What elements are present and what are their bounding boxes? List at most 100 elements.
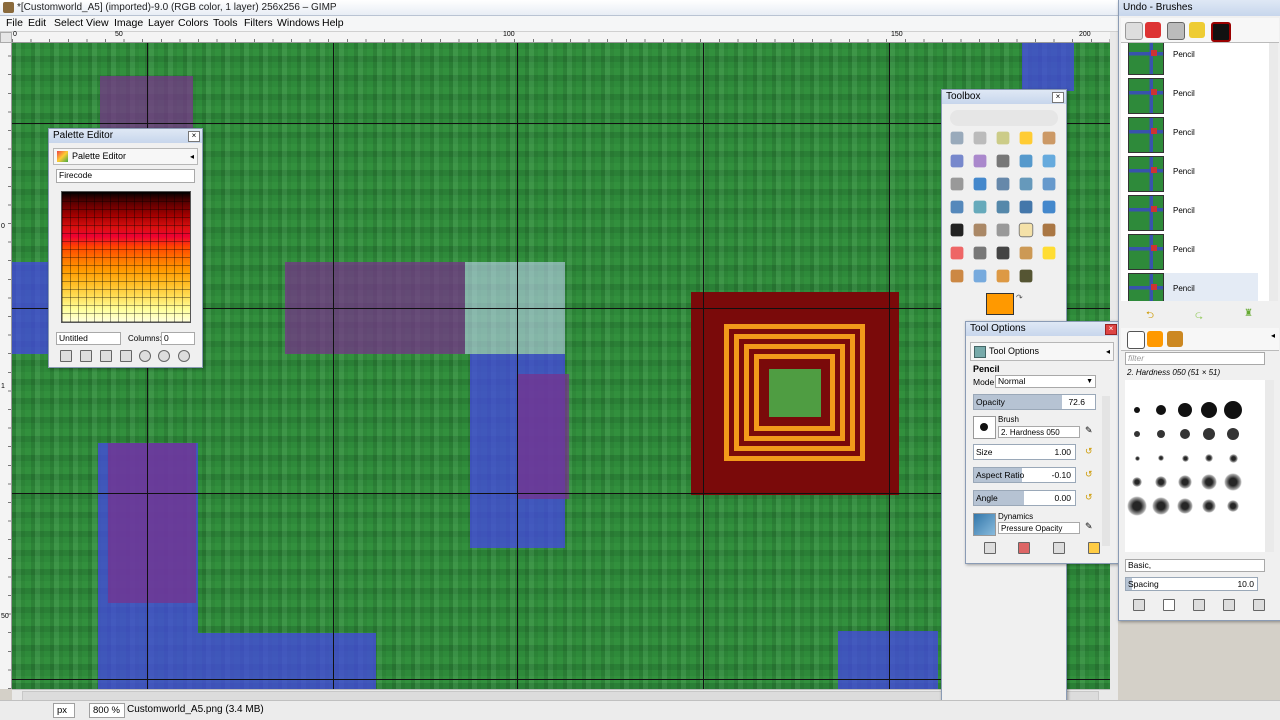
redo-icon[interactable]: ⮎ [1195, 308, 1203, 325]
brushes-grid[interactable] [1125, 380, 1265, 552]
opacity-slider[interactable]: Opacity 72.6 [973, 394, 1096, 410]
tool-options-scrollbar[interactable] [1102, 396, 1110, 546]
brush-preset[interactable] [1178, 403, 1192, 417]
undo-history-item[interactable]: Pencil [1128, 117, 1258, 153]
zoom-all-icon[interactable] [178, 350, 190, 362]
brush-preset[interactable] [1224, 473, 1242, 491]
paintbrush-tool-icon[interactable] [1042, 223, 1056, 237]
clone-tool-icon[interactable] [1019, 246, 1033, 260]
menu-filters[interactable]: Filters [244, 17, 273, 29]
brush-preset[interactable] [1127, 496, 1147, 516]
measure-tool-icon[interactable] [950, 177, 964, 191]
zoom-tool-icon[interactable] [1042, 154, 1056, 168]
edit-brush-icon[interactable]: ✎ [1085, 425, 1093, 436]
close-icon[interactable]: × [188, 131, 200, 142]
horizontal-ruler[interactable]: 0 50 100 150 200 [12, 31, 1110, 43]
brush-preset[interactable] [1181, 454, 1189, 462]
tab-menu-icon[interactable]: ◂ [190, 149, 194, 164]
aspect-ratio-slider[interactable]: Aspect Ratio -0.10 [973, 467, 1076, 483]
delete-color-icon[interactable] [120, 350, 132, 362]
brush-preset[interactable] [1180, 429, 1190, 439]
crop-tool-icon[interactable] [1019, 177, 1033, 191]
undo-history-list[interactable]: Pencil Pencil Pencil Pencil Pencil Pencil Penc… [1121, 43, 1269, 301]
swap-colors-icon[interactable]: ↷ [1016, 293, 1023, 302]
foreground-select-tool-icon[interactable] [973, 154, 987, 168]
patterns-tab-icon[interactable] [1147, 331, 1163, 347]
brush-preset[interactable] [1134, 407, 1140, 413]
undo-tab-icon[interactable] [1189, 22, 1205, 38]
edit-brush-icon[interactable] [1133, 599, 1145, 611]
menu-edit[interactable]: Edit [28, 17, 46, 29]
brush-preset[interactable] [1202, 499, 1216, 513]
brush-preset[interactable] [1134, 455, 1140, 461]
new-brush-icon[interactable] [1163, 599, 1175, 611]
ellipse-select-tool-icon[interactable] [973, 131, 987, 145]
reset-size-icon[interactable]: ↺ [1085, 446, 1093, 457]
brush-preset[interactable] [1227, 428, 1239, 440]
spacing-slider[interactable]: Spacing 10.0 [1125, 577, 1258, 591]
brush-preset[interactable] [1134, 431, 1140, 437]
blend-tool-icon[interactable] [996, 223, 1010, 237]
clear-history-icon[interactable]: ♜ [1244, 308, 1253, 319]
flip-tool-icon[interactable] [1019, 200, 1033, 214]
reset-aspect-icon[interactable]: ↺ [1085, 469, 1093, 480]
pencil-tool-icon[interactable] [1018, 222, 1034, 238]
columns-field[interactable]: 0 [161, 332, 195, 345]
undo-history-item[interactable]: Pencil [1128, 156, 1258, 192]
undo-scrollbar[interactable] [1269, 43, 1278, 301]
palette-editor-titlebar[interactable]: Palette Editor × [49, 129, 202, 143]
bucket-fill-tool-icon[interactable] [973, 223, 987, 237]
undo-icon[interactable]: ⮌ [1146, 308, 1154, 325]
zoom-in-icon[interactable] [158, 350, 170, 362]
brush-preset[interactable] [1205, 454, 1213, 462]
foreground-color[interactable] [986, 293, 1014, 315]
align-tool-icon[interactable] [996, 177, 1010, 191]
undo-history-item[interactable]: Pencil [1128, 43, 1258, 75]
brush-preset[interactable] [1158, 455, 1164, 461]
rect-select-tool-icon[interactable] [950, 131, 964, 145]
menu-file[interactable]: File [6, 17, 23, 29]
blur-tool-icon[interactable] [973, 269, 987, 283]
size-slider[interactable]: Size 1.00 [973, 444, 1076, 460]
color-picker-tool-icon[interactable] [1019, 154, 1033, 168]
delete-options-icon[interactable] [1053, 542, 1065, 554]
refresh-brushes-icon[interactable] [1253, 599, 1265, 611]
menu-view[interactable]: View [86, 17, 109, 29]
menu-layer[interactable]: Layer [148, 17, 174, 29]
airbrush-tool-icon[interactable] [973, 246, 987, 260]
text-tool-icon[interactable] [950, 223, 964, 237]
dynamics-preview[interactable] [973, 513, 996, 536]
undo-history-item[interactable]: Pencil [1128, 78, 1258, 114]
brush-name-field[interactable]: 2. Hardness 050 [998, 426, 1080, 438]
perspective-tool-icon[interactable] [996, 200, 1010, 214]
vertical-ruler[interactable]: 0 50 1 [0, 43, 12, 689]
by-color-select-tool-icon[interactable] [1042, 131, 1056, 145]
wilber-drop-area[interactable] [950, 110, 1058, 126]
palette-editor-tab[interactable]: Palette Editor ◂ [53, 148, 198, 165]
ink-tool-icon[interactable] [996, 246, 1010, 260]
reset-options-icon[interactable] [1088, 542, 1100, 554]
brush-tag-field[interactable]: Basic, [1125, 559, 1265, 572]
tab-menu-icon[interactable]: ◂ [1271, 331, 1275, 340]
unit-select[interactable]: px [53, 703, 75, 718]
angle-slider[interactable]: Angle 0.00 [973, 490, 1076, 506]
brush-preset[interactable] [1228, 453, 1238, 463]
tool-options-tab[interactable]: Tool Options ◂ [970, 342, 1114, 361]
brush-preset[interactable] [1201, 402, 1217, 418]
heal-tool-icon[interactable] [1042, 246, 1056, 260]
shear-tool-icon[interactable] [973, 200, 987, 214]
menu-tools[interactable]: Tools [213, 17, 238, 29]
brushes-tab-icon[interactable] [1127, 331, 1145, 349]
brushes-scrollbar[interactable] [1265, 380, 1274, 552]
brush-preset[interactable] [1224, 401, 1242, 419]
mode-select[interactable]: Normal ▼ [995, 375, 1096, 388]
undo-history-item[interactable]: Pencil [1128, 273, 1258, 301]
menu-colors[interactable]: Colors [178, 17, 208, 29]
zoom-select[interactable]: 800 % [89, 703, 125, 718]
reset-angle-icon[interactable]: ↺ [1085, 492, 1093, 503]
eraser-tool-icon[interactable] [950, 246, 964, 260]
smudge-tool-icon[interactable] [996, 269, 1010, 283]
scissors-tool-icon[interactable] [950, 154, 964, 168]
fuzzy-select-tool-icon[interactable] [1019, 131, 1033, 145]
palette-name-field[interactable]: Firecode [56, 169, 195, 183]
